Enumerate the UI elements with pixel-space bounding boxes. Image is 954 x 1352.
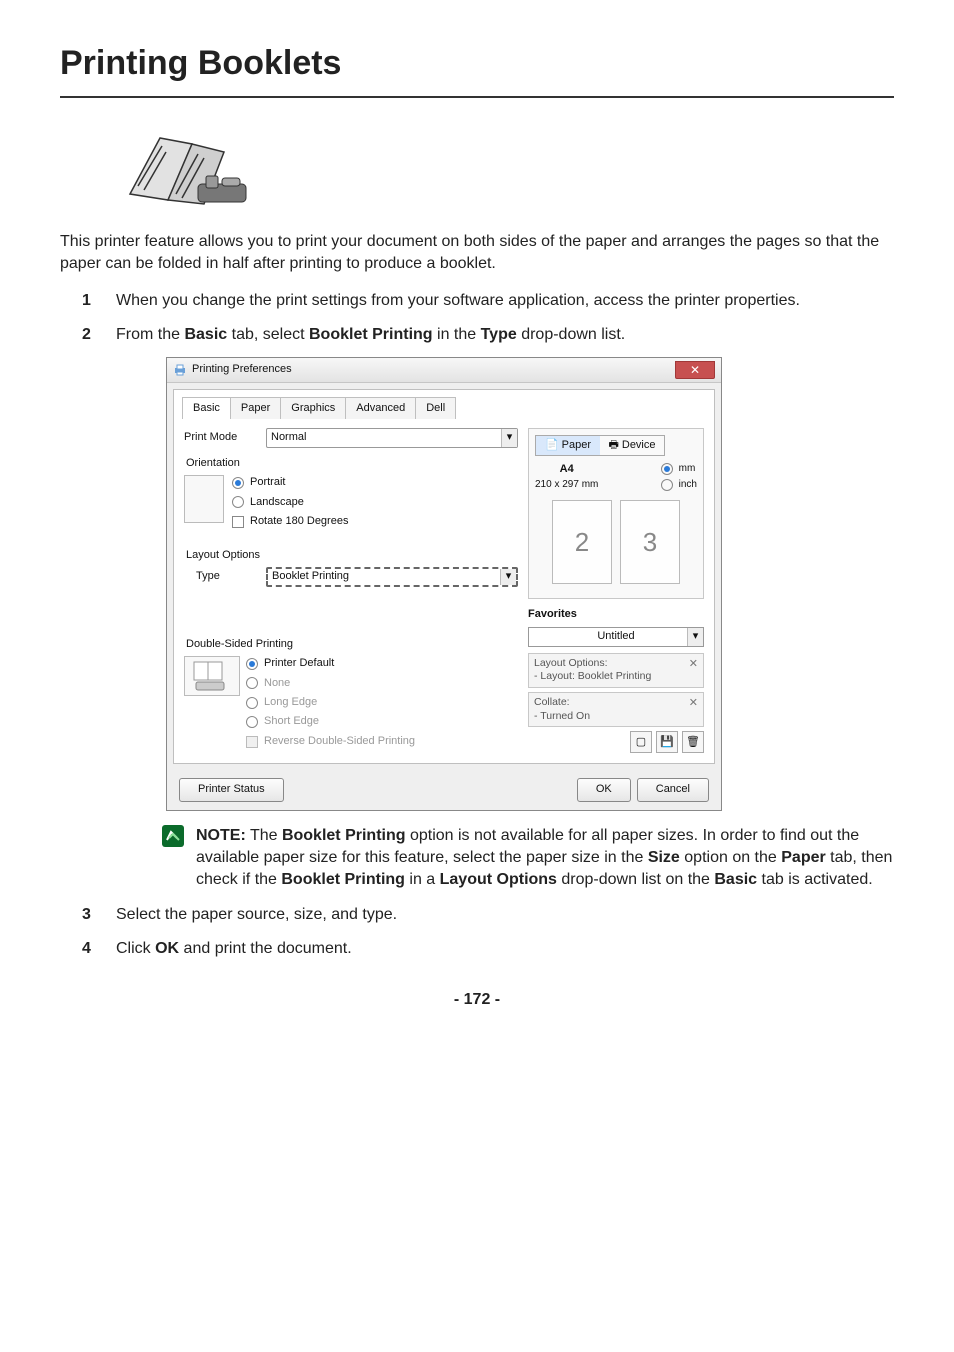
tab-dell[interactable]: Dell <box>415 397 456 419</box>
preview-page-2: 2 <box>552 500 612 584</box>
chevron-down-icon: ▾ <box>501 429 517 447</box>
print-mode-dropdown[interactable]: Normal ▾ <box>266 428 518 448</box>
tab-graphics[interactable]: Graphics <box>280 397 346 419</box>
print-mode-label: Print Mode <box>184 430 266 445</box>
rotate-180-checkbox[interactable]: Rotate 180 Degrees <box>232 514 348 529</box>
step-2: 2 From the Basic tab, select Booklet Pri… <box>82 324 894 892</box>
step-2-text: From the Basic tab, select Booklet Print… <box>116 326 625 343</box>
step-1: 1 When you change the print settings fro… <box>82 290 894 312</box>
ok-button[interactable]: OK <box>577 778 631 801</box>
step-1-num: 1 <box>82 290 91 312</box>
step-3: 3 Select the paper source, size, and typ… <box>82 904 894 926</box>
note-icon <box>162 825 184 847</box>
printing-preferences-dialog: Printing Preferences ✕ Basic Paper Graph… <box>166 357 894 811</box>
paper-size-dim: 210 x 297 mm <box>535 478 598 492</box>
favorites-label: Favorites <box>528 607 704 622</box>
note-block: NOTE: The Booklet Printing option is not… <box>162 825 894 892</box>
step-2-num: 2 <box>82 324 91 346</box>
favorite-item-layout: Layout Options: - Layout: Booklet Printi… <box>528 653 704 688</box>
tab-strip: Basic Paper Graphics Advanced Dell <box>173 389 715 418</box>
tab-basic[interactable]: Basic <box>182 397 231 419</box>
step-4-num: 4 <box>82 938 91 960</box>
duplex-label: Double-Sided Printing <box>186 637 518 652</box>
close-button[interactable]: ✕ <box>675 361 715 379</box>
booklet-illustration <box>120 124 894 221</box>
printer-icon: 🖶 <box>608 438 618 453</box>
step-3-num: 3 <box>82 904 91 926</box>
step-4: 4 Click OK and print the document. <box>82 938 894 960</box>
duplex-printer-default[interactable]: Printer Default <box>246 656 415 671</box>
toggle-paper[interactable]: 📄 Paper <box>536 436 600 455</box>
toggle-device[interactable]: 🖶 Device <box>600 436 664 455</box>
orientation-landscape[interactable]: Landscape <box>232 495 348 510</box>
chevron-down-icon: ▾ <box>687 628 703 646</box>
type-label: Type <box>196 569 266 584</box>
type-value: Booklet Printing <box>272 569 349 584</box>
close-icon[interactable]: ✕ <box>689 657 698 671</box>
favorites-dropdown[interactable]: Untitled ▾ <box>528 627 704 647</box>
note-label: NOTE: <box>196 827 246 844</box>
orientation-thumb <box>184 475 224 523</box>
printer-status-button[interactable]: Printer Status <box>179 778 284 801</box>
preview-page-3: 3 <box>620 500 680 584</box>
orientation-label: Orientation <box>186 456 518 471</box>
page-title: Printing Booklets <box>60 40 894 98</box>
chevron-down-icon: ▾ <box>500 569 516 585</box>
printer-icon <box>173 363 187 377</box>
page-preview: 2 3 <box>535 500 697 584</box>
type-dropdown[interactable]: Booklet Printing ▾ <box>266 567 518 587</box>
fav-save-button[interactable]: 💾 <box>656 731 678 753</box>
close-icon[interactable]: ✕ <box>689 696 698 710</box>
orientation-portrait[interactable]: Portrait <box>232 475 348 490</box>
duplex-reverse-checkbox: Reverse Double-Sided Printing <box>246 734 415 749</box>
cancel-button[interactable]: Cancel <box>637 778 709 801</box>
dialog-titlebar: Printing Preferences ✕ <box>167 358 721 383</box>
paper-device-toggle[interactable]: 📄 Paper 🖶 Device <box>535 435 665 456</box>
print-mode-value: Normal <box>271 430 306 445</box>
fav-delete-button[interactable]: 🗑 <box>682 731 704 753</box>
page-icon: 📄 <box>545 438 559 453</box>
unit-inch[interactable]: inch <box>661 478 697 492</box>
favorite-item-collate: Collate: - Turned On ✕ <box>528 692 704 727</box>
step-1-text: When you change the print settings from … <box>116 292 800 309</box>
duplex-long-edge: Long Edge <box>246 695 415 710</box>
tab-advanced[interactable]: Advanced <box>345 397 416 419</box>
fav-add-button[interactable]: ▢ <box>630 731 652 753</box>
step-3-text: Select the paper source, size, and type. <box>116 906 397 923</box>
duplex-thumb <box>184 656 240 696</box>
tab-paper[interactable]: Paper <box>230 397 281 419</box>
page-number: - 172 - <box>60 989 894 1011</box>
layout-options-label: Layout Options <box>186 548 518 563</box>
duplex-none: None <box>246 676 415 691</box>
intro-text: This printer feature allows you to print… <box>60 231 894 276</box>
duplex-short-edge: Short Edge <box>246 714 415 729</box>
unit-mm[interactable]: mm <box>661 462 697 476</box>
step-4-text: Click OK and print the document. <box>116 940 352 957</box>
dialog-title: Printing Preferences <box>192 362 675 377</box>
favorites-value: Untitled <box>533 629 699 644</box>
paper-size-name: A4 <box>535 462 598 477</box>
